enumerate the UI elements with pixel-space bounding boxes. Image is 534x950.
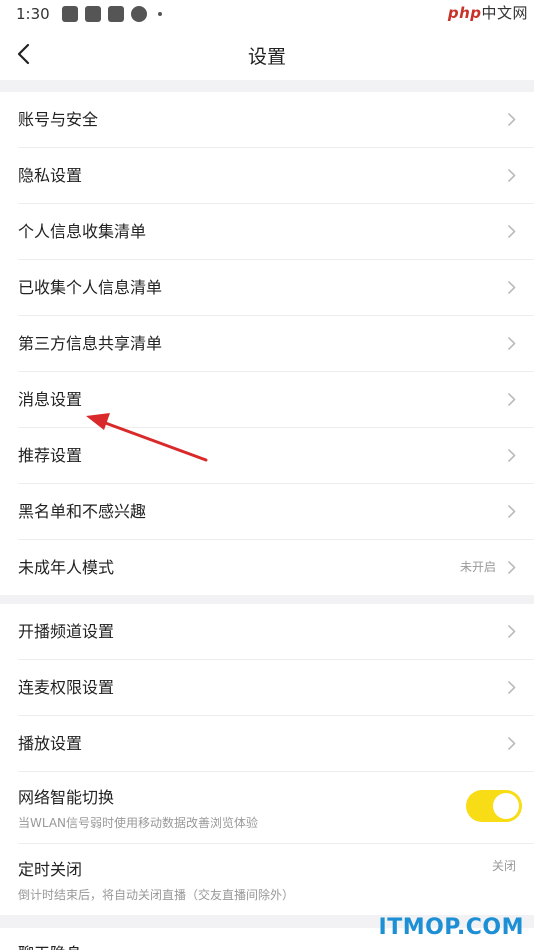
chevron-right-icon <box>507 336 516 351</box>
watermark-site: 中文网 <box>481 4 528 22</box>
chevron-right-icon <box>507 280 516 295</box>
setting-blacklist[interactable]: 黑名单和不感兴趣 <box>18 484 534 540</box>
setting-account-security[interactable]: 账号与安全 <box>18 92 534 148</box>
setting-label: 隐私设置 <box>18 166 83 185</box>
notification-icon <box>61 6 78 22</box>
setting-label: 账号与安全 <box>18 110 99 129</box>
setting-label: 第三方信息共享清单 <box>18 334 163 353</box>
setting-label: 播放设置 <box>18 734 83 753</box>
notification-icon <box>84 6 101 22</box>
setting-label: 定时关闭 <box>18 860 83 879</box>
timer-status: 关闭 <box>491 859 516 873</box>
setting-collected-info[interactable]: 已收集个人信息清单 <box>18 260 534 316</box>
setting-description: 倒计时结束后，将自动关闭直播（交友直播间除外） <box>18 888 295 902</box>
setting-label: 开播频道设置 <box>18 622 115 641</box>
watermark-brand: php <box>447 4 482 22</box>
chevron-right-icon <box>507 448 516 463</box>
setting-live-channel[interactable]: 开播频道设置 <box>18 604 534 660</box>
settings-group-1: 账号与安全 隐私设置 个人信息收集清单 已收集个人信息清单 第三方信息共享清单 … <box>0 92 534 595</box>
chevron-right-icon <box>507 504 516 519</box>
chevron-right-icon <box>507 168 516 183</box>
toggle-knob <box>493 793 519 819</box>
status-icons <box>61 6 162 22</box>
setting-label: 个人信息收集清单 <box>18 222 147 241</box>
chevron-right-icon <box>507 680 516 695</box>
setting-label: 聊天隐身 <box>18 940 82 950</box>
settings-group-2: 开播频道设置 连麦权限设置 播放设置 网络智能切换 当WLAN信号弱时使用移动数… <box>0 604 534 915</box>
setting-recommendation[interactable]: 推荐设置 <box>18 428 534 484</box>
setting-network-switch: 网络智能切换 当WLAN信号弱时使用移动数据改善浏览体验 <box>18 772 534 844</box>
setting-third-party-sharing[interactable]: 第三方信息共享清单 <box>18 316 534 372</box>
status-time: 1:30 <box>16 5 50 23</box>
setting-timer-off[interactable]: 定时关闭 关闭 倒计时结束后，将自动关闭直播（交友直播间除外） <box>18 844 534 915</box>
more-notifications-icon <box>157 12 162 16</box>
setting-label: 未成年人模式 <box>18 558 115 577</box>
chevron-right-icon <box>507 112 516 127</box>
network-switch-toggle[interactable] <box>466 790 522 822</box>
chevron-right-icon <box>507 736 516 751</box>
setting-label: 连麦权限设置 <box>18 678 115 697</box>
chevron-right-icon <box>507 560 516 575</box>
setting-personal-info-collection[interactable]: 个人信息收集清单 <box>18 204 534 260</box>
app-icon <box>130 6 147 22</box>
setting-label: 网络智能切换 <box>18 788 115 807</box>
setting-privacy[interactable]: 隐私设置 <box>18 148 534 204</box>
watermark-logo-top: php中文网 <box>448 2 528 23</box>
setting-description: 当WLAN信号弱时使用移动数据改善浏览体验 <box>18 816 259 830</box>
setting-playback[interactable]: 播放设置 <box>18 716 534 772</box>
watermark-logo-bottom: ITMOP.COM <box>378 915 524 940</box>
setting-mic-permission[interactable]: 连麦权限设置 <box>18 660 534 716</box>
setting-minor-mode[interactable]: 未成年人模式 未开启 <box>18 540 534 595</box>
page-title: 设置 <box>247 46 286 68</box>
setting-label: 推荐设置 <box>18 446 83 465</box>
setting-message[interactable]: 消息设置 <box>18 372 534 428</box>
setting-label: 黑名单和不感兴趣 <box>18 502 147 521</box>
page-header: 设置 <box>0 28 534 80</box>
notification-icon <box>107 6 124 22</box>
chevron-right-icon <box>507 224 516 239</box>
chevron-right-icon <box>507 392 516 407</box>
setting-label: 已收集个人信息清单 <box>18 278 163 297</box>
chevron-right-icon <box>507 624 516 639</box>
minor-mode-status: 未开启 <box>459 560 496 574</box>
setting-label: 消息设置 <box>18 390 83 409</box>
